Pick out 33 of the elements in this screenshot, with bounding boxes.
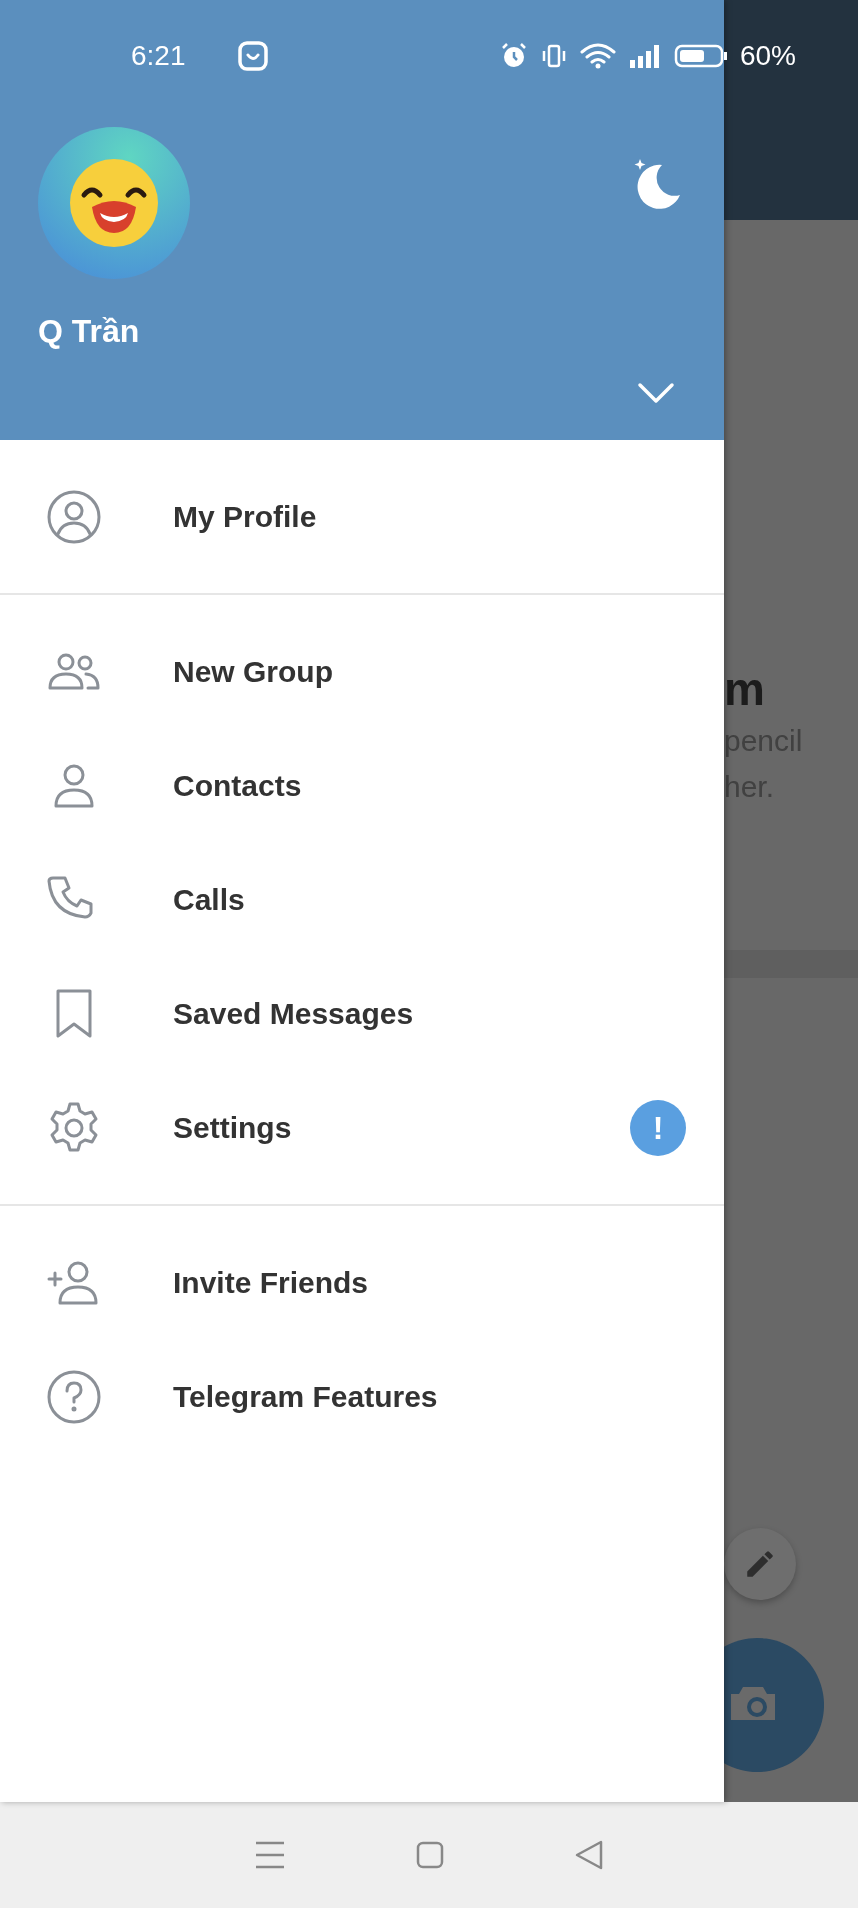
- battery-text: 60%: [739, 40, 796, 72]
- menu-item[interactable]: Settings !: [0, 1071, 724, 1185]
- smile-icon: [237, 41, 268, 71]
- menu-label: My Profile: [173, 500, 318, 534]
- menu-label: Contacts: [173, 769, 303, 803]
- menu-label: Calls: [173, 883, 246, 917]
- profile-icon: [46, 489, 102, 545]
- back-icon[interactable]: [573, 1839, 604, 1871]
- heading-text: m: [724, 662, 766, 717]
- profile-name: Q Trần: [38, 313, 141, 350]
- menu-item[interactable]: Telegram Features: [0, 1340, 724, 1454]
- menu-label: New Group: [173, 655, 334, 689]
- menu-item[interactable]: Saved Messages: [0, 957, 724, 1071]
- menu-item[interactable]: New Group: [0, 615, 724, 729]
- battery-icon: [673, 42, 728, 70]
- pencil-button[interactable]: [724, 1528, 796, 1600]
- menu-label: Settings: [173, 1111, 293, 1145]
- menu-item[interactable]: Calls: [0, 843, 724, 957]
- menu-item[interactable]: Invite Friends: [0, 1226, 724, 1340]
- menu-label: Saved Messages: [173, 997, 415, 1031]
- menu-item[interactable]: Contacts: [0, 729, 724, 843]
- menu-label: Invite Friends: [173, 1266, 370, 1300]
- wifi-icon: [579, 42, 616, 70]
- menu-label: Telegram Features: [173, 1380, 439, 1414]
- chevron-down-icon[interactable]: [636, 381, 676, 405]
- camera-button[interactable]: [724, 1638, 824, 1772]
- question-icon: [46, 1369, 102, 1425]
- menu-icon[interactable]: [254, 1840, 287, 1870]
- home-icon[interactable]: [415, 1840, 445, 1870]
- clock-text: 6:21: [131, 40, 186, 72]
- menu-item[interactable]: My Profile: [0, 460, 724, 574]
- signal-icon: [627, 42, 662, 70]
- alert-badge: !: [630, 1100, 686, 1156]
